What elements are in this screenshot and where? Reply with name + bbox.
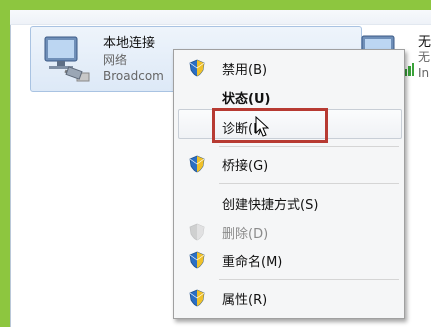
- menu-item-properties[interactable]: 属性(R): [174, 283, 404, 313]
- menu-separator: [219, 146, 399, 147]
- network-adapter-icon: [44, 36, 90, 82]
- adapter-name: 本地连接: [103, 36, 156, 51]
- uac-shield-icon: [189, 251, 205, 269]
- adapter2-device: In: [418, 66, 430, 80]
- menu-item-label: 桥接(G): [222, 159, 269, 174]
- uac-shield-icon: [189, 289, 205, 307]
- uac-shield-icon: [189, 155, 205, 173]
- adapter-device: Broadcom: [103, 69, 164, 83]
- menu-item-delete: 删除(D): [174, 217, 404, 247]
- menu-item-label: 删除(D): [222, 227, 269, 242]
- adapter2-network: 无: [418, 50, 431, 64]
- menu-separator: [219, 279, 399, 280]
- uac-shield-icon: [189, 223, 205, 241]
- annotation-highlight-box: [212, 108, 328, 143]
- mouse-cursor-icon: [255, 116, 269, 137]
- menu-item-label: 重命名(M): [222, 255, 283, 270]
- adapter-network: 网络: [103, 53, 128, 67]
- menu-separator: [219, 183, 399, 184]
- context-menu: 禁用(B) 状态(U) 诊断(I) 桥接(G) 创建快捷方式(S) 删除(D): [173, 49, 405, 319]
- menu-item-label: 创建快捷方式(S): [222, 198, 319, 213]
- menu-item-label: 状态(U): [222, 92, 271, 107]
- menu-item-label: 属性(R): [222, 293, 268, 308]
- menu-item-create-shortcut[interactable]: 创建快捷方式(S): [174, 188, 404, 218]
- toolbar-strip: [10, 10, 431, 25]
- menu-item-bridge[interactable]: 桥接(G): [174, 149, 404, 179]
- menu-item-disable[interactable]: 禁用(B): [174, 53, 404, 83]
- menu-item-rename[interactable]: 重命名(M): [174, 245, 404, 275]
- uac-shield-icon: [189, 59, 205, 77]
- menu-item-label: 禁用(B): [222, 63, 268, 78]
